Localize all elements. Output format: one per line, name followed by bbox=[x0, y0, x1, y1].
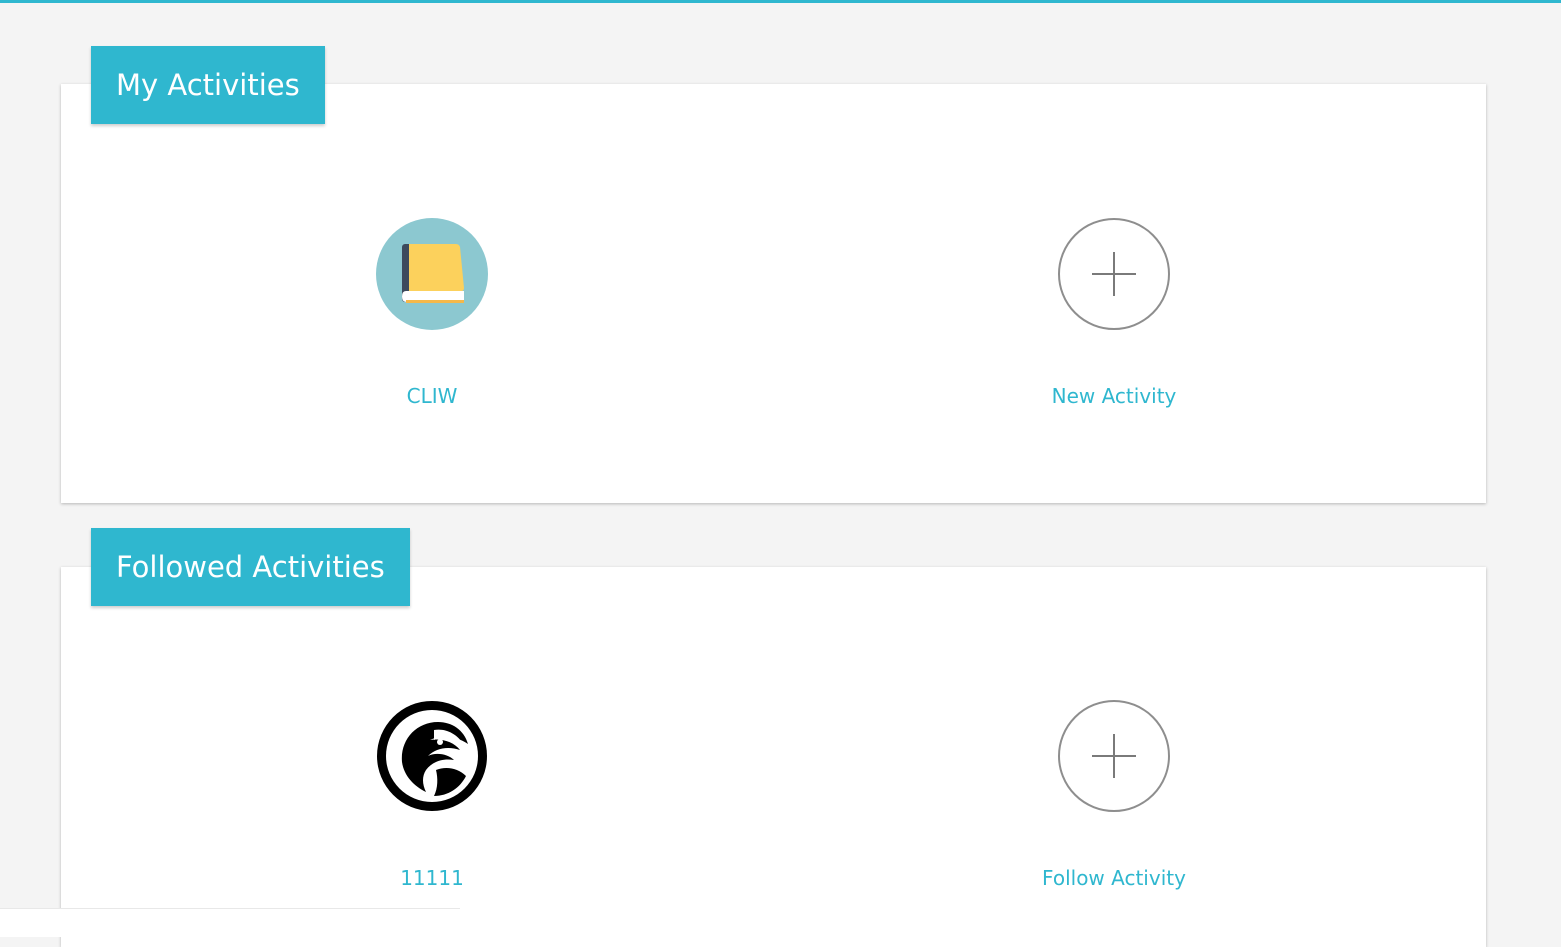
followed-activities-card bbox=[61, 567, 1486, 947]
book-icon bbox=[376, 218, 488, 330]
new-activity-label: New Activity bbox=[1051, 384, 1177, 408]
activity-tile-11111[interactable]: 11111 bbox=[312, 700, 552, 890]
plus-circle-icon bbox=[1058, 218, 1170, 330]
my-activities-title: My Activities bbox=[91, 46, 325, 124]
follow-activity-button[interactable]: Follow Activity bbox=[994, 700, 1234, 890]
bottom-panel-edge bbox=[0, 908, 460, 937]
followed-activities-title: Followed Activities bbox=[91, 528, 410, 606]
my-activities-card bbox=[61, 84, 1486, 503]
plus-circle-icon bbox=[1058, 700, 1170, 812]
follow-activity-label: Follow Activity bbox=[1042, 866, 1186, 890]
activity-label: CLIW bbox=[406, 384, 458, 408]
eagle-logo-icon bbox=[376, 700, 488, 812]
top-accent-line bbox=[0, 0, 1561, 3]
activity-tile-cliw[interactable]: CLIW bbox=[312, 218, 552, 408]
new-activity-button[interactable]: New Activity bbox=[994, 218, 1234, 408]
activity-label: 11111 bbox=[400, 866, 464, 890]
